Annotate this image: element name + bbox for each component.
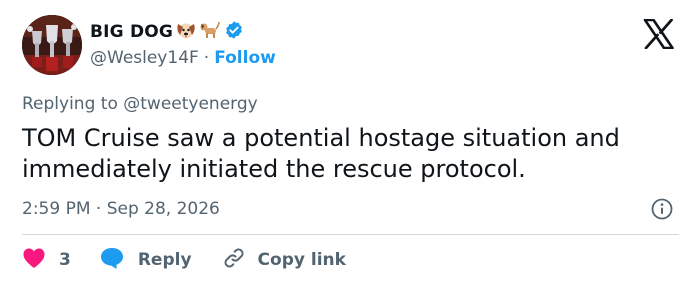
reply-button[interactable]: Reply (99, 246, 192, 275)
verified-badge-icon (224, 20, 244, 44)
like-button[interactable]: 3 (22, 247, 71, 274)
tweet-actions: 3 Reply Copy link (22, 246, 346, 274)
reply-label: Reply (137, 250, 192, 270)
tweet-card: BIG DOG @Wesley14F · Follow Replying to … (0, 0, 700, 287)
dog-emoji-icon (199, 20, 221, 44)
author-handle-row: @Wesley14F · Follow (90, 48, 276, 68)
link-icon (222, 246, 246, 275)
dog-face-emoji-icon (175, 20, 197, 44)
copy-link-button[interactable]: Copy link (222, 246, 346, 275)
tweet-timestamp[interactable]: 2:59 PM · Sep 28, 2026 (22, 199, 220, 219)
divider (22, 234, 679, 235)
author-handle[interactable]: @Wesley14F (90, 48, 199, 68)
like-count: 3 (59, 250, 71, 270)
author-name-row: BIG DOG (90, 20, 244, 44)
avatar[interactable] (22, 15, 82, 75)
tweet-text: TOM Cruise saw a potential hostage situa… (22, 124, 620, 183)
speech-bubble-icon (99, 246, 125, 275)
separator-dot: · (203, 48, 210, 68)
heart-icon (22, 247, 46, 274)
trophies-avatar-image (22, 15, 82, 75)
replying-to-text[interactable]: Replying to @tweetyenergy (22, 94, 258, 114)
follow-button[interactable]: Follow (214, 48, 276, 68)
copy-link-label: Copy link (257, 250, 346, 270)
info-icon[interactable] (651, 198, 673, 220)
x-logo-icon[interactable] (643, 18, 675, 50)
author-display-name[interactable]: BIG DOG (90, 22, 173, 42)
